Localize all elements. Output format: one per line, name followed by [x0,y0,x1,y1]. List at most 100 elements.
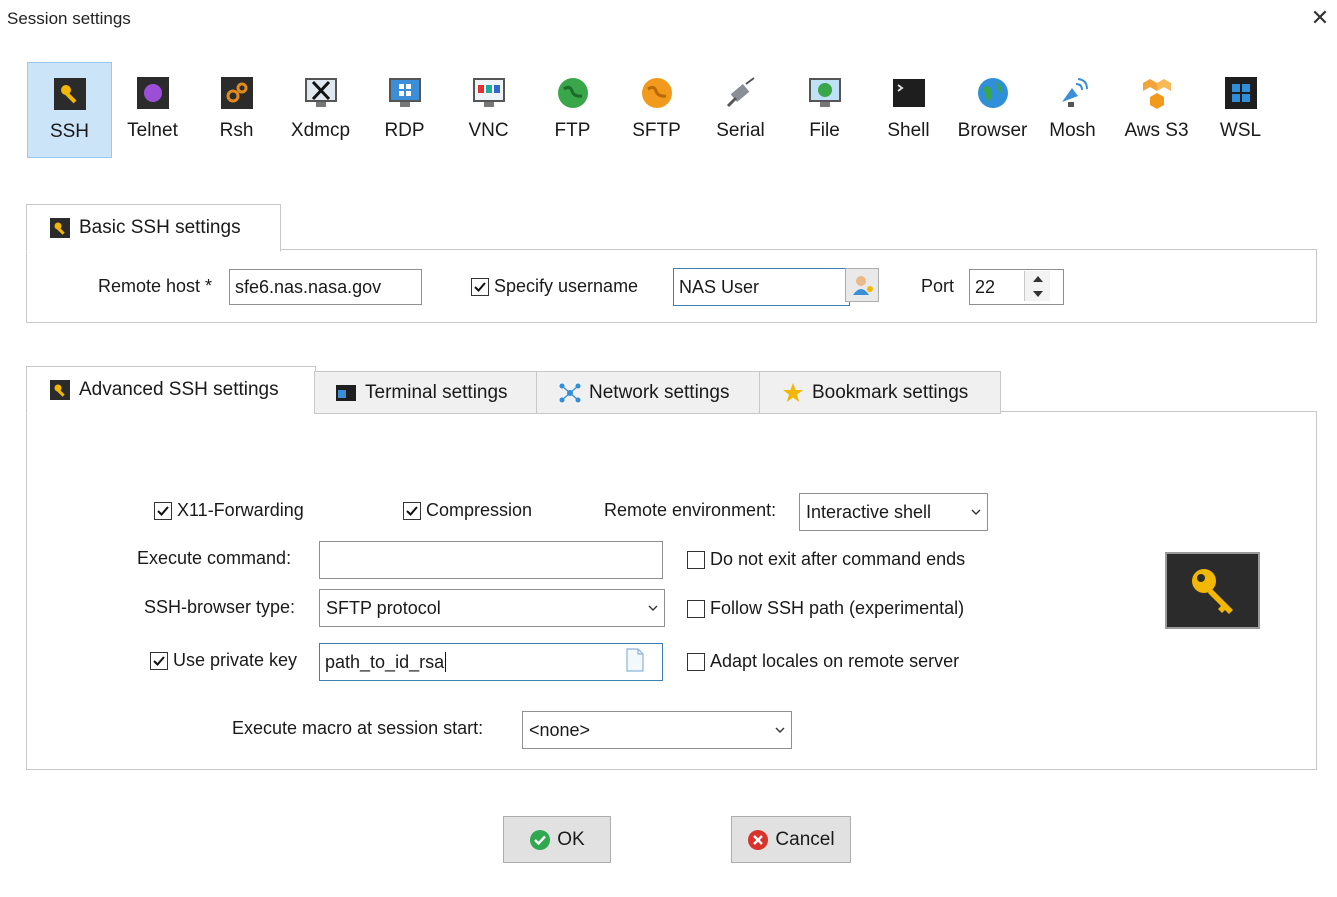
checkbox-box [687,652,705,671]
mosh-icon [1061,78,1088,107]
protocol-aws-s3[interactable]: Aws S3 [1115,62,1198,156]
tab-label: Network settings [589,381,730,403]
tab-bookmark-settings[interactable]: Bookmark settings [759,371,1001,414]
star-icon [783,382,803,402]
telnet-icon [136,77,169,109]
do-not-exit-label: Do not exit after command ends [710,549,966,569]
ok-label: OK [557,828,585,850]
key-icon [1192,569,1233,614]
x11-forwarding-checkbox[interactable]: X11-Forwarding [154,500,304,521]
cancel-button[interactable]: Cancel [731,816,851,863]
chevron-down-icon [971,509,981,515]
adapt-locales-checkbox[interactable]: Adapt locales on remote server [687,651,959,672]
execute-macro-select[interactable]: <none> [522,711,792,749]
aws-s3-icon [1142,79,1171,109]
protocol-label: WSL [1219,120,1262,141]
protocol-label: VNC [468,120,509,141]
protocol-rsh[interactable]: Rsh [195,62,278,156]
serial-icon [726,77,755,108]
use-private-key-checkbox[interactable]: Use private key [150,650,297,671]
user-icon [853,276,873,295]
xdmcp-icon [304,78,337,107]
protocol-label: SFTP [632,120,681,141]
arrow-down-icon [1033,290,1043,297]
tab-advanced-ssh-settings[interactable]: Advanced SSH settings [26,366,316,414]
arrow-up-icon [1033,275,1043,282]
ssh-browser-type-select[interactable]: SFTP protocol [319,589,665,627]
specify-username-label: Specify username [494,276,639,296]
follow-ssh-path-label: Follow SSH path (experimental) [710,598,965,618]
remote-host-input[interactable]: sfe6.nas.nasa.gov [229,269,422,305]
protocol-shell[interactable]: Shell [867,62,950,156]
protocol-rdp[interactable]: RDP [363,62,446,156]
protocol-label: Telnet [127,120,178,141]
browser-icon [977,78,1008,108]
rdp-icon [388,78,421,107]
remote-environment-label: Remote environment: [604,500,777,520]
protocol-wsl[interactable]: WSL [1199,62,1282,156]
specify-username-checkbox[interactable]: Specify username [471,276,638,297]
basic-settings-panel [26,249,1317,323]
checkbox-box [154,501,172,520]
private-key-input[interactable]: path_to_id_rsa [319,643,663,681]
protocol-label: Browser [957,120,1028,141]
tab-network-settings[interactable]: Network settings [536,371,761,414]
use-private-key-label: Use private key [173,650,298,670]
checkbox-box [687,599,705,618]
protocol-label: Xdmcp [290,120,351,141]
protocol-label: Rsh [219,120,254,141]
ssh-browser-type-label: SSH-browser type: [144,597,296,617]
remote-host-label: Remote host * [98,276,213,296]
protocol-file[interactable]: File [783,62,866,156]
protocol-ftp[interactable]: FTP [531,62,614,156]
window-title: Session settings [7,9,131,28]
protocol-sftp[interactable]: SFTP [615,62,698,156]
port-label: Port [921,276,955,296]
ok-button[interactable]: OK [503,816,611,863]
protocol-xdmcp[interactable]: Xdmcp [279,62,362,156]
checkbox-box [687,550,705,569]
do-not-exit-checkbox[interactable]: Do not exit after command ends [687,549,965,570]
port-decrement-button[interactable] [1025,286,1051,301]
username-input[interactable]: NAS User [673,268,850,306]
checkbox-box [403,501,421,520]
remote-environment-select[interactable]: Interactive shell [799,493,988,531]
close-button[interactable]: ✕ [1308,6,1332,30]
remote-environment-value: Interactive shell [806,501,932,522]
private-key-value: path_to_id_rsa [325,651,445,672]
text-cursor [445,652,447,672]
protocol-telnet[interactable]: Telnet [111,62,194,156]
tab-terminal-settings[interactable]: Terminal settings [314,371,538,414]
protocol-vnc[interactable]: VNC [447,62,530,156]
protocol-ssh[interactable]: SSH [27,62,112,158]
execute-macro-label: Execute macro at session start: [232,718,484,738]
tab-label: Advanced SSH settings [79,379,279,400]
x11-forwarding-label: X11-Forwarding [177,500,304,520]
user-manager-button[interactable] [845,268,879,302]
wrench-icon [50,218,70,238]
protocol-browser[interactable]: Browser [951,62,1034,156]
protocol-serial[interactable]: Serial [699,62,782,156]
execute-command-label: Execute command: [137,548,292,568]
protocol-label: SSH [49,121,90,142]
ssh-browser-type-value: SFTP protocol [326,597,441,618]
ftp-icon [557,78,588,108]
protocol-mosh[interactable]: Mosh [1031,62,1114,156]
execute-command-input[interactable] [319,541,663,579]
port-spinner [1024,271,1050,301]
cancel-circle-icon [748,829,769,850]
ssh-icon [53,78,86,110]
file-icon [808,78,841,107]
browse-key-button[interactable] [625,648,645,672]
cancel-label: Cancel [775,828,835,850]
follow-ssh-path-checkbox[interactable]: Follow SSH path (experimental) [687,598,964,619]
sftp-icon [641,78,672,108]
tab-label: Terminal settings [365,381,508,403]
key-graphic [1165,552,1260,629]
port-increment-button[interactable] [1025,271,1051,286]
tab-label: Bookmark settings [812,381,969,403]
protocol-label: File [809,120,840,141]
compression-checkbox[interactable]: Compression [403,500,532,521]
checkbox-box [471,277,489,296]
tab-basic-ssh-settings[interactable]: Basic SSH settings [26,204,281,252]
